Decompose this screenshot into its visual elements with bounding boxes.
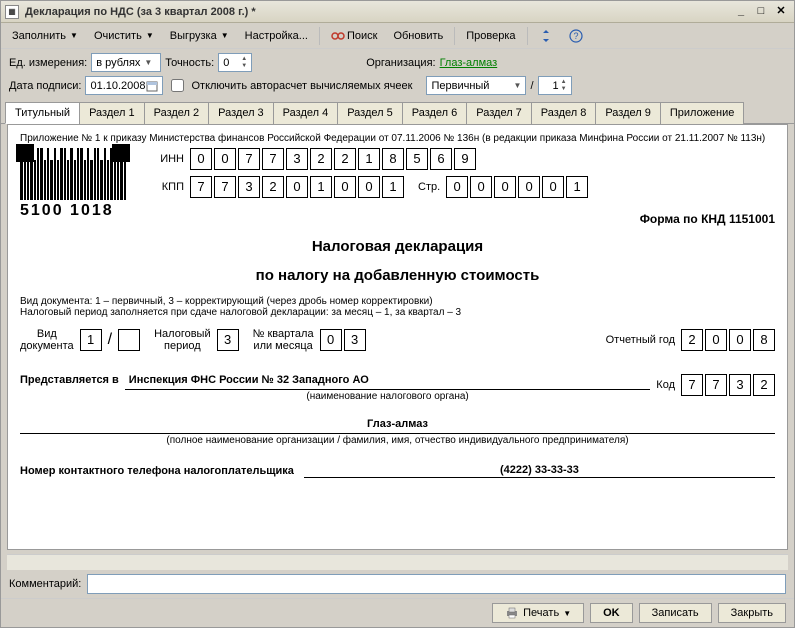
correction-cell[interactable] [118, 329, 140, 351]
tab-section4[interactable]: Раздел 4 [273, 102, 339, 124]
kpp-label: КПП [144, 181, 184, 193]
form-code: Форма по КНД 1151001 [144, 212, 775, 226]
expand-button[interactable] [532, 25, 560, 47]
date-input[interactable]: 01.10.2008 [85, 76, 163, 95]
tab-section1[interactable]: Раздел 1 [79, 102, 145, 124]
declaration-title2: по налогу на добавленную стоимость [20, 267, 775, 284]
tab-section5[interactable]: Раздел 5 [337, 102, 403, 124]
tab-section9[interactable]: Раздел 9 [595, 102, 661, 124]
page-label: Стр. [418, 181, 440, 193]
window-title: Декларация по НДС (за 3 квартал 2008 г.)… [25, 6, 730, 18]
help-text2: Налоговый период заполняется при сдаче н… [20, 307, 775, 318]
authority-caption: (наименование налогового органа) [125, 391, 651, 402]
doc-kind-label: Виддокумента [20, 328, 74, 352]
qm-cells[interactable]: 03 [320, 329, 366, 351]
print-button[interactable]: Печать▼ [492, 603, 584, 623]
tab-title[interactable]: Титульный [5, 102, 80, 124]
seq-input[interactable]: 1 ▲▼ [538, 76, 572, 95]
tax-period-cell[interactable]: 3 [217, 329, 239, 351]
declaration-title1: Налоговая декларация [20, 238, 775, 255]
precision-input[interactable]: 0 ▲▼ [218, 53, 252, 72]
printer-icon [505, 607, 519, 619]
code-cells[interactable]: 7732 [681, 374, 775, 396]
calendar-icon [146, 80, 158, 92]
phone-value[interactable]: (4222) 33-33-33 [304, 464, 775, 478]
org-caption: (полное наименование организации / фамил… [20, 435, 775, 446]
precision-label: Точность: [165, 57, 214, 69]
app-icon: ▦ [5, 5, 19, 19]
help-text1: Вид документа: 1 – первичный, 3 – коррек… [20, 296, 775, 307]
doc-kind-cell[interactable]: 1 [80, 329, 102, 351]
disable-autocalc-label: Отключить авторасчет вычисляемых ячеек [191, 80, 412, 92]
kpp-cells[interactable]: 773201001 [190, 176, 404, 198]
org-name-value[interactable]: Глаз-алмаз [20, 418, 775, 434]
check-button[interactable]: Проверка [459, 26, 522, 46]
footer: Печать▼ OK Записать Закрыть [1, 598, 794, 627]
tax-period-label: Налоговыйпериод [154, 328, 211, 352]
page-cells: 000001 [446, 176, 588, 198]
form-area: Приложение № 1 к приказу Министерства фи… [7, 124, 788, 550]
comment-label: Комментарий: [9, 578, 81, 590]
present-label: Представляется в [20, 374, 119, 386]
inn-label: ИНН [144, 153, 184, 165]
code-label: Код [656, 379, 675, 391]
binoculars-icon [331, 29, 345, 43]
doc-kind-select[interactable]: Первичный▼ [426, 76, 526, 95]
save-button[interactable]: Записать [639, 603, 712, 623]
close-button[interactable]: ✕ [772, 4, 790, 20]
close-form-button[interactable]: Закрыть [718, 603, 786, 623]
tab-section8[interactable]: Раздел 8 [531, 102, 597, 124]
toolbar: Заполнить▼ Очистить▼ Выгрузка▼ Настройка… [1, 23, 794, 49]
phone-label: Номер контактного телефона налогоплатель… [20, 465, 294, 477]
tab-section3[interactable]: Раздел 3 [208, 102, 274, 124]
comment-input[interactable] [87, 574, 786, 594]
barcode-text: 5100 1018 [20, 202, 126, 220]
export-button[interactable]: Выгрузка▼ [163, 26, 236, 46]
disable-autocalc-checkbox[interactable] [171, 79, 184, 92]
authority-value[interactable]: Инспекция ФНС России № 32 Западного АО [125, 374, 651, 390]
tab-section7[interactable]: Раздел 7 [466, 102, 532, 124]
tab-appendix[interactable]: Приложение [660, 102, 745, 124]
minimize-button[interactable]: _ [732, 4, 750, 20]
inn-cells[interactable]: 007732218569 [190, 148, 476, 170]
ok-button[interactable]: OK [590, 603, 633, 623]
svg-text:?: ? [573, 31, 578, 41]
tab-section6[interactable]: Раздел 6 [402, 102, 468, 124]
help-button[interactable]: ? [562, 25, 590, 47]
date-label: Дата подписи: [9, 80, 81, 92]
search-button[interactable]: Поиск [324, 25, 384, 47]
tabs: Титульный Раздел 1 Раздел 2 Раздел 3 Раз… [1, 101, 794, 124]
settings-button[interactable]: Настройка... [238, 26, 315, 46]
unit-select[interactable]: в рублях▼ [91, 53, 161, 72]
unit-label: Ед. измерения: [9, 57, 87, 69]
fill-button[interactable]: Заполнить▼ [5, 26, 85, 46]
year-cells[interactable]: 2008 [681, 329, 775, 351]
maximize-button[interactable]: □ [752, 4, 770, 20]
year-label: Отчетный год [606, 334, 675, 346]
annex-note: Приложение № 1 к приказу Министерства фи… [20, 133, 775, 144]
params-panel: Ед. измерения: в рублях▼ Точность: 0 ▲▼ … [1, 49, 794, 99]
titlebar: ▦ Декларация по НДС (за 3 квартал 2008 г… [1, 1, 794, 23]
clear-button[interactable]: Очистить▼ [87, 26, 161, 46]
barcode-block: 5100 1018 [20, 148, 126, 220]
qm-label: № кварталаили месяца [253, 328, 314, 352]
org-label: Организация: [366, 57, 435, 69]
horizontal-scrollbar[interactable] [7, 554, 788, 570]
tab-section2[interactable]: Раздел 2 [144, 102, 210, 124]
refresh-button[interactable]: Обновить [386, 26, 450, 46]
barcode [20, 148, 126, 200]
org-link[interactable]: Глаз-алмаз [440, 57, 498, 69]
expand-icon [539, 29, 553, 43]
slash-separator: / [530, 80, 533, 92]
help-icon: ? [569, 29, 583, 43]
